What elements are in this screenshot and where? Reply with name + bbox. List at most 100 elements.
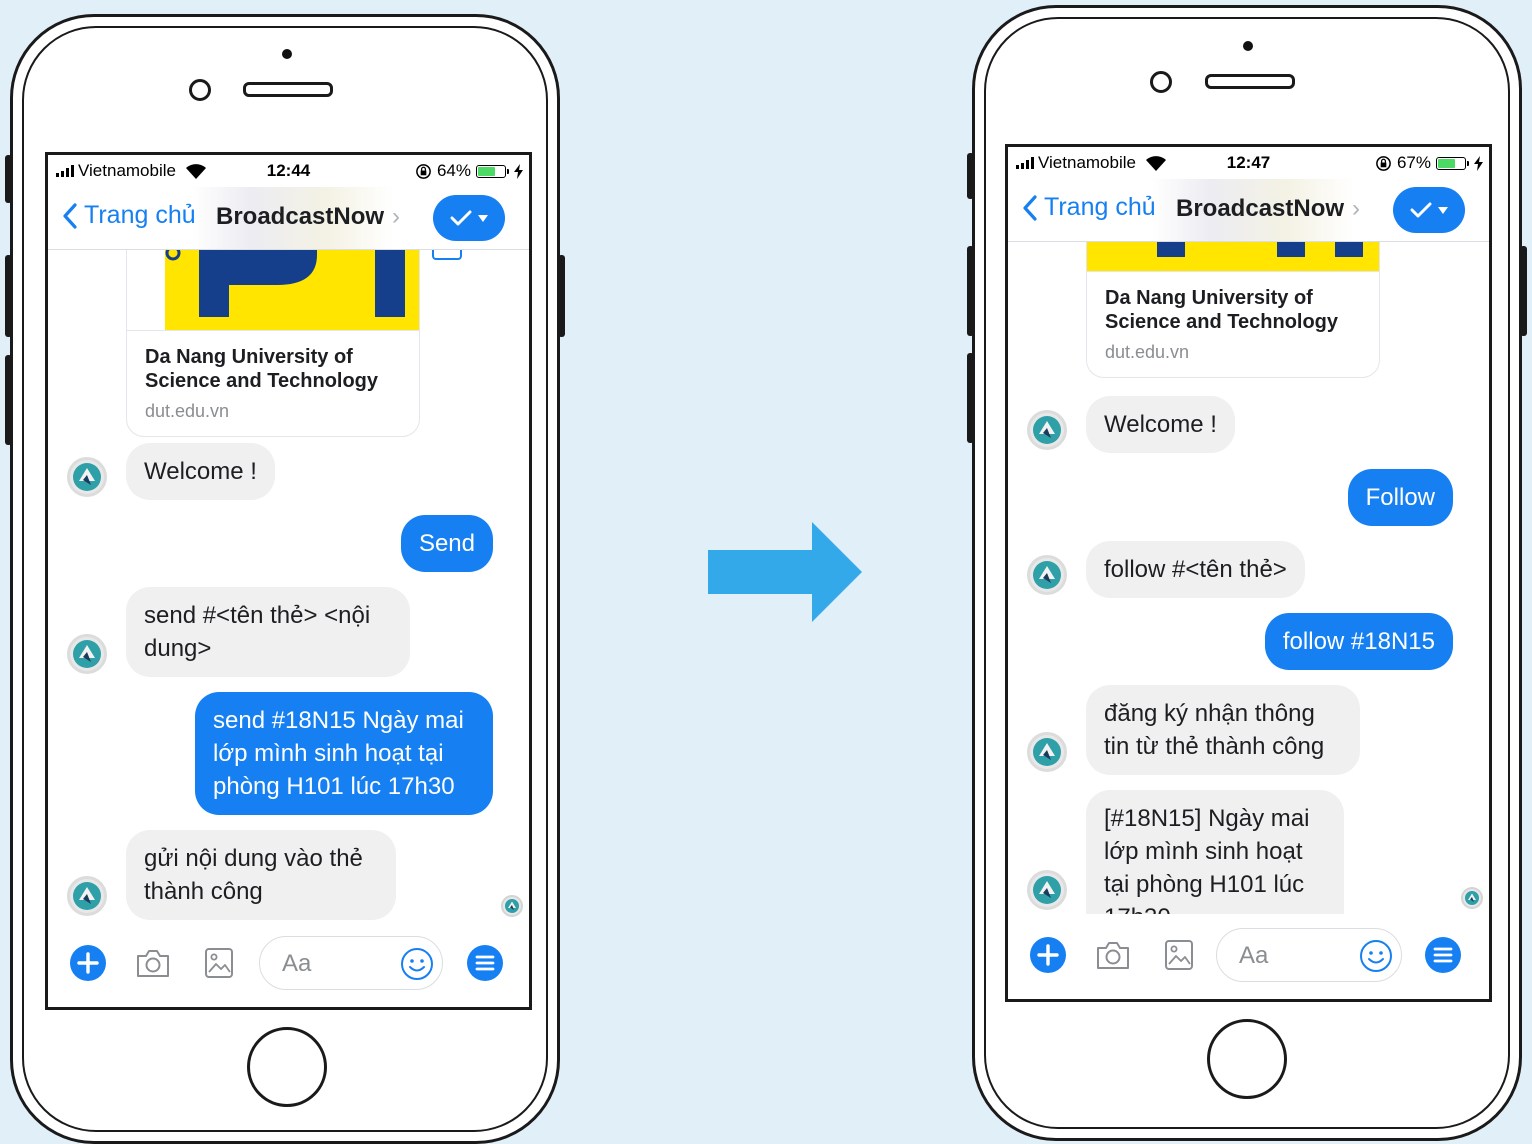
dropdown-icon bbox=[1438, 206, 1448, 214]
conversation-title[interactable]: BroadcastNow › bbox=[216, 203, 400, 231]
university-logo-image bbox=[127, 250, 419, 331]
message-bubble-outgoing: send #18N15 Ngày mai lớp mình sinh hoạt … bbox=[195, 692, 493, 815]
volume-up-button bbox=[967, 246, 974, 336]
image-icon[interactable] bbox=[200, 944, 238, 982]
message-bubble-incoming: Welcome ! bbox=[1086, 396, 1235, 453]
bot-avatar bbox=[1027, 410, 1067, 450]
message-input[interactable] bbox=[280, 947, 384, 981]
bot-logo-icon bbox=[73, 640, 101, 668]
camera-icon[interactable] bbox=[1094, 936, 1132, 974]
orientation-lock-icon bbox=[1376, 155, 1391, 171]
home-button[interactable] bbox=[1207, 1019, 1287, 1099]
earpiece-speaker bbox=[243, 82, 333, 97]
bot-logo-icon bbox=[1033, 738, 1061, 766]
message-bubble-incoming: send #<tên thẻ> <nội dung> bbox=[126, 587, 410, 677]
phone-after: Vietnamobile 12:47 67% Trang chủ Broadca… bbox=[967, 5, 1527, 1141]
chevron-right-icon: › bbox=[392, 203, 401, 230]
message-list[interactable]: Da Nang University of Science and Techno… bbox=[48, 250, 529, 922]
chevron-right-icon: › bbox=[1352, 195, 1361, 222]
get-started-button[interactable] bbox=[1393, 187, 1465, 233]
checkmark-icon bbox=[450, 210, 472, 226]
message-bubble-outgoing: follow #18N15 bbox=[1264, 613, 1453, 670]
back-button[interactable]: Trang chủ bbox=[62, 201, 196, 230]
volume-up-button bbox=[5, 255, 12, 337]
message-input-box[interactable] bbox=[1216, 928, 1402, 982]
bot-avatar bbox=[67, 634, 107, 674]
university-logo-image bbox=[1087, 242, 1379, 272]
bot-name: BroadcastNow bbox=[216, 203, 385, 230]
back-chevron-icon bbox=[1023, 194, 1037, 221]
image-icon[interactable] bbox=[1160, 936, 1198, 974]
front-camera bbox=[189, 79, 211, 101]
menu-icon[interactable] bbox=[1424, 936, 1462, 974]
earpiece-speaker bbox=[1205, 74, 1295, 89]
composer-bar bbox=[1008, 914, 1489, 999]
emoji-icon[interactable] bbox=[1359, 939, 1393, 973]
message-bubble-outgoing: Send bbox=[400, 515, 493, 572]
right-arrow-icon bbox=[708, 522, 862, 622]
message-bubble-incoming: [#18N15] Ngày mai lớp mình sinh hoạt tại… bbox=[1086, 790, 1344, 914]
message-bubble-incoming: gửi nội dung vào thẻ thành công bbox=[126, 830, 396, 920]
power-button bbox=[1520, 246, 1527, 336]
bot-avatar bbox=[1027, 870, 1067, 910]
bot-avatar bbox=[1027, 732, 1067, 772]
charging-icon bbox=[514, 163, 523, 179]
dropdown-icon bbox=[478, 214, 488, 222]
plus-icon[interactable] bbox=[69, 944, 107, 982]
signal-icon bbox=[1016, 157, 1034, 169]
status-bar: Vietnamobile 12:47 67% bbox=[1008, 147, 1489, 179]
volume-down-button bbox=[967, 353, 974, 443]
messenger-screen: Vietnamobile 12:44 64% Trang chủ Broadca… bbox=[45, 152, 532, 1010]
card-url: dut.edu.vn bbox=[145, 401, 230, 421]
emoji-icon[interactable] bbox=[400, 947, 434, 981]
message-list[interactable]: Da Nang University of Science and Techno… bbox=[1008, 242, 1489, 914]
menu-icon[interactable] bbox=[466, 944, 504, 982]
volume-down-button bbox=[5, 355, 12, 445]
message-input[interactable] bbox=[1237, 939, 1341, 973]
conversation-header: Trang chủ BroadcastNow › bbox=[48, 187, 529, 250]
link-preview-card[interactable]: Da Nang University of Science and Techno… bbox=[1086, 242, 1380, 378]
wifi-icon bbox=[185, 164, 206, 179]
bot-logo-icon bbox=[1033, 561, 1061, 589]
card-corner-checkbox bbox=[432, 250, 462, 260]
link-preview-card[interactable]: Da Nang University of Science and Techno… bbox=[126, 250, 420, 437]
university-logo bbox=[1087, 242, 1379, 271]
conversation-title[interactable]: BroadcastNow › bbox=[1176, 195, 1360, 223]
silent-switch bbox=[967, 153, 974, 199]
card-url: dut.edu.vn bbox=[1105, 342, 1190, 362]
bot-avatar bbox=[67, 457, 107, 497]
bot-logo-icon bbox=[73, 463, 101, 491]
home-button[interactable] bbox=[247, 1027, 327, 1107]
message-bubble-outgoing: Follow bbox=[1347, 469, 1453, 526]
silent-switch bbox=[5, 155, 12, 203]
checkmark-icon bbox=[1410, 202, 1432, 218]
back-label: Trang chủ bbox=[1044, 193, 1156, 221]
proximity-sensor bbox=[282, 49, 292, 59]
back-button[interactable]: Trang chủ bbox=[1022, 193, 1156, 222]
camera-icon[interactable] bbox=[134, 944, 172, 982]
card-title: Da Nang University of Science and Techno… bbox=[145, 346, 379, 392]
plus-icon[interactable] bbox=[1029, 936, 1067, 974]
power-button bbox=[558, 255, 565, 337]
signal-icon bbox=[56, 165, 74, 177]
messenger-screen: Vietnamobile 12:47 67% Trang chủ Broadca… bbox=[1005, 144, 1492, 1002]
message-bubble-incoming: đăng ký nhận thông tin từ thẻ thành công bbox=[1086, 685, 1360, 775]
status-bar: Vietnamobile 12:44 64% bbox=[48, 155, 529, 187]
seen-indicator-avatar bbox=[501, 895, 523, 917]
conversation-header: Trang chủ BroadcastNow › bbox=[1008, 179, 1489, 242]
composer-bar bbox=[48, 922, 529, 1007]
carrier-label: Vietnamobile bbox=[78, 161, 176, 180]
charging-icon bbox=[1474, 155, 1483, 171]
back-chevron-icon bbox=[63, 202, 77, 229]
university-logo bbox=[127, 250, 419, 330]
bot-avatar bbox=[67, 876, 107, 916]
message-input-box[interactable] bbox=[259, 936, 443, 990]
front-camera bbox=[1150, 71, 1172, 93]
get-started-button[interactable] bbox=[433, 195, 505, 241]
proximity-sensor bbox=[1243, 41, 1253, 51]
message-bubble-incoming: follow #<tên thẻ> bbox=[1086, 541, 1305, 598]
card-title: Da Nang University of Science and Techno… bbox=[1105, 287, 1339, 333]
carrier-label: Vietnamobile bbox=[1038, 153, 1136, 172]
message-bubble-incoming: Welcome ! bbox=[126, 443, 275, 500]
orientation-lock-icon bbox=[416, 163, 431, 179]
